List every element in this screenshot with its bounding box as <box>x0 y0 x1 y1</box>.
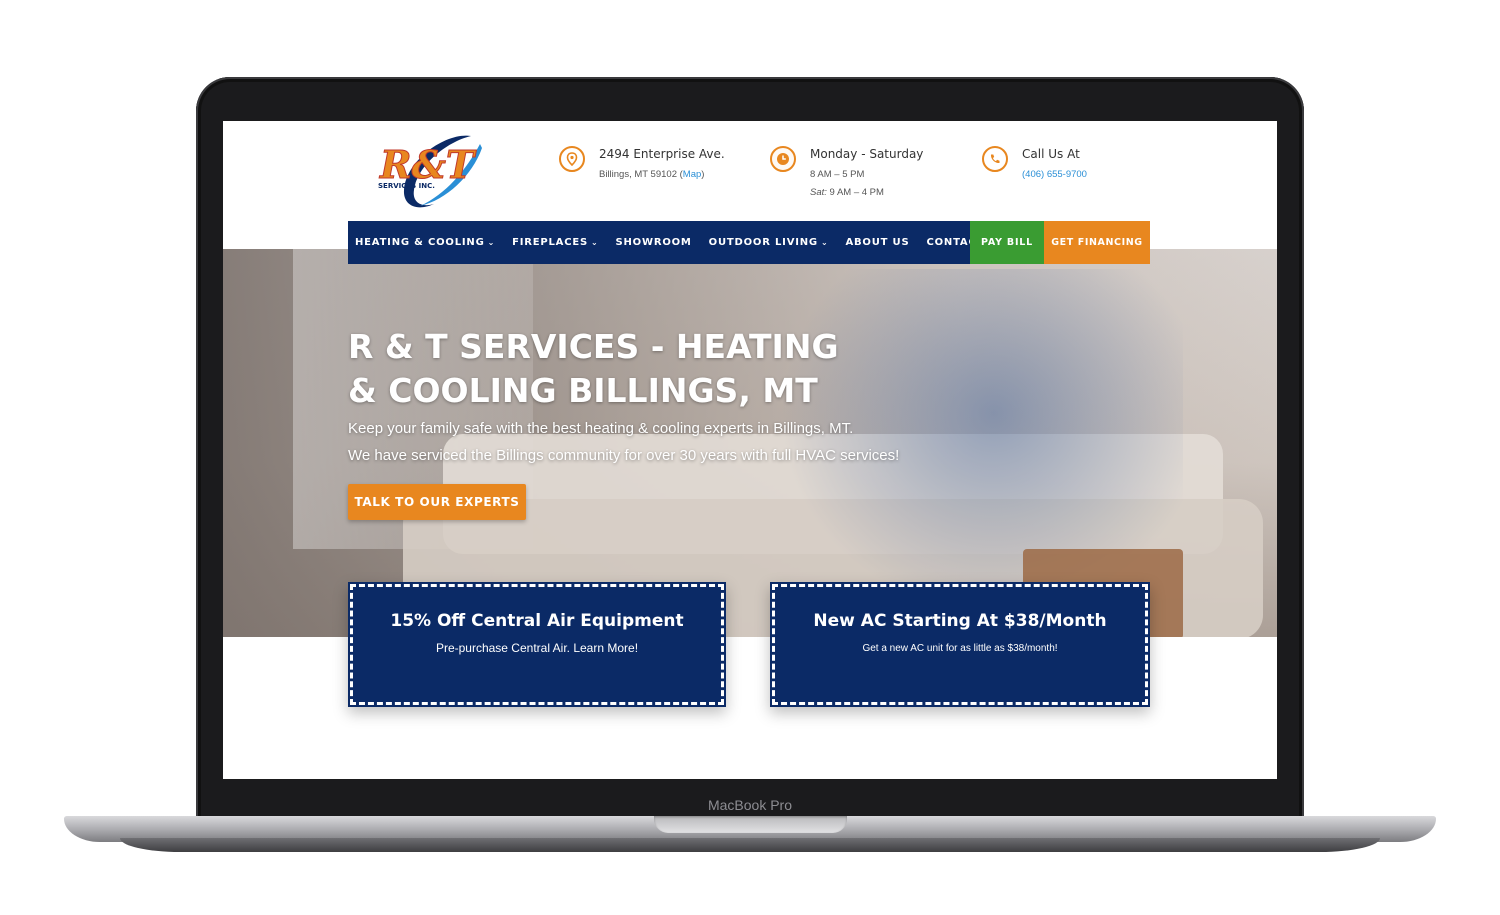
map-link[interactable]: Map <box>683 169 701 180</box>
address-block: 2494 Enterprise Ave. Billings, MT 59102 … <box>559 146 725 180</box>
nav-item-about-us[interactable]: ABOUT US <box>845 237 909 248</box>
hero-line-2: We have serviced the Billings community … <box>348 447 900 464</box>
device-label: MacBook Pro <box>707 797 793 813</box>
promo-card-new-ac[interactable]: New AC Starting At $38/Month Get a new A… <box>770 582 1150 707</box>
logo-subtext: SERVICES INC. <box>378 182 435 190</box>
hours-weekday: 8 AM – 5 PM <box>810 169 865 180</box>
chevron-down-icon: ⌄ <box>591 238 599 247</box>
promo-title: 15% Off Central Air Equipment <box>390 611 684 631</box>
phone-label: Call Us At <box>1022 147 1080 161</box>
laptop-base-bottom <box>120 838 1380 852</box>
chevron-down-icon: ⌄ <box>820 238 829 247</box>
nav-item-outdoor-living[interactable]: OUTDOOR LIVING ⌄ <box>709 237 829 248</box>
address-street: 2494 Enterprise Ave. <box>599 147 725 161</box>
nav-item-showroom[interactable]: SHOWROOM <box>616 237 692 248</box>
address-city: Billings, MT 59102 (Map) <box>599 169 705 180</box>
hero-section: R & T SERVICES - HEATING & COOLING BILLI… <box>223 249 1277 637</box>
hours-days: Monday - Saturday <box>810 147 924 161</box>
nav-item-fireplaces[interactable]: FIREPLACES ⌄ <box>512 237 598 248</box>
nav-item-heating-cooling[interactable]: HEATING & COOLING ⌄ <box>355 237 495 248</box>
hero-line-1: Keep your family safe with the best heat… <box>348 420 854 437</box>
hours-block: Monday - Saturday 8 AM – 5 PM Sat: 9 AM … <box>770 146 923 198</box>
hours-saturday: Sat: 9 AM – 4 PM <box>810 187 884 198</box>
location-pin-icon <box>559 146 585 172</box>
chevron-down-icon: ⌄ <box>487 238 496 247</box>
phone-icon <box>982 146 1008 172</box>
talk-to-experts-button[interactable]: TALK TO OUR EXPERTS <box>348 484 526 520</box>
rt-services-logo[interactable]: R&T SERVICES INC. <box>376 130 488 214</box>
promo-card-central-air[interactable]: 15% Off Central Air Equipment Pre-purcha… <box>348 582 726 707</box>
phone-block: Call Us At (406) 655-9700 <box>982 146 1087 180</box>
pay-bill-button[interactable]: PAY BILL <box>970 221 1044 264</box>
promo-title: New AC Starting At $38/Month <box>813 611 1107 631</box>
browser-screen: R&T SERVICES INC. 2494 Enterprise Ave. B… <box>223 121 1277 779</box>
phone-number-link[interactable]: (406) 655-9700 <box>1022 169 1087 180</box>
clock-icon <box>770 146 796 172</box>
promo-subtitle: Pre-purchase Central Air. Learn More! <box>435 641 639 655</box>
hero-title: R & T SERVICES - HEATING & COOLING BILLI… <box>348 327 839 410</box>
svg-text:R&T: R&T <box>379 142 477 187</box>
laptop-notch <box>654 816 847 833</box>
get-financing-button[interactable]: GET FINANCING <box>1044 221 1150 264</box>
promo-subtitle: Get a new AC unit for as little as $38/m… <box>862 643 1058 654</box>
